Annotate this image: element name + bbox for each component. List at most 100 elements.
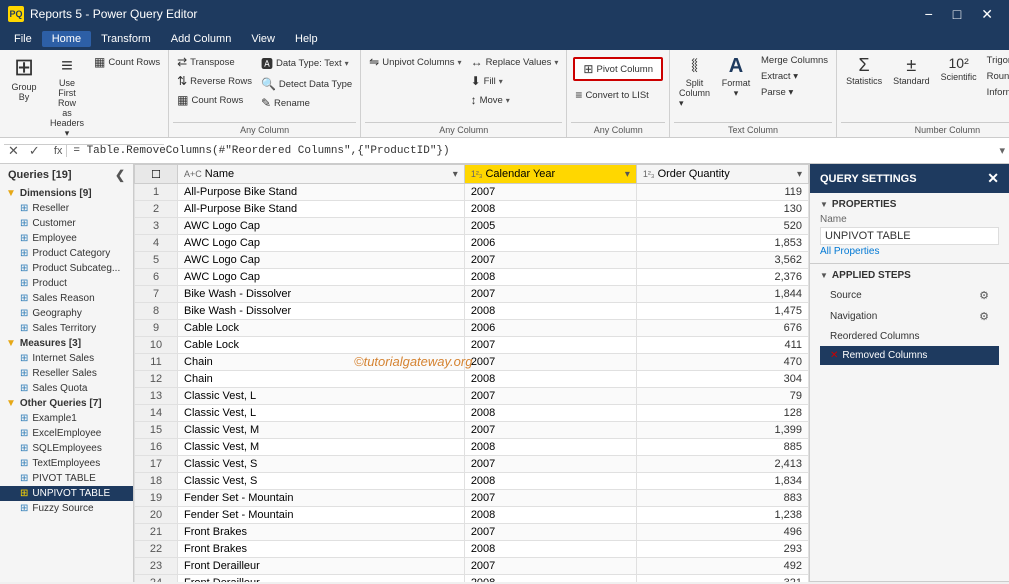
table-row[interactable]: 16Classic Vest, M2008885 [135, 439, 809, 456]
count-rows-2-button[interactable]: ▦ Count Rows [173, 91, 256, 109]
information-button[interactable]: Information ▾ [983, 85, 1009, 100]
qs-step-reordered[interactable]: Reordered Columns [820, 327, 999, 346]
group-dimensions[interactable]: ▼ Dimensions [9] [0, 186, 133, 201]
queries-collapse-button[interactable]: ❮ [115, 168, 125, 182]
table-row[interactable]: 2All-Purpose Bike Stand2008130 [135, 201, 809, 218]
query-item-sales-quota[interactable]: ⊞ Sales Quota [0, 381, 133, 396]
count-rows-button[interactable]: ▦ Count Rows [90, 53, 164, 71]
rename-button[interactable]: ✎ Rename [257, 94, 356, 112]
query-item-reseller[interactable]: ⊞ Reseller [0, 201, 133, 216]
table-row[interactable]: 11Chain2007470 [135, 354, 809, 371]
table-row[interactable]: 9Cable Lock2006676 [135, 320, 809, 337]
formula-cancel-button[interactable]: ✕ [4, 142, 23, 160]
col-select-all[interactable]: ☐ [151, 168, 161, 181]
move-button[interactable]: ↕ Move ▾ [467, 91, 563, 109]
table-row[interactable]: 1All-Purpose Bike Stand2007119 [135, 184, 809, 201]
rounding-button[interactable]: Rounding ▾ [983, 69, 1009, 84]
use-first-row-button[interactable]: ≡ Use First Row as Headers ▾ [45, 53, 89, 142]
split-column-button[interactable]: ⧛ Split Column ▾ [674, 53, 715, 112]
query-item-sql-employees[interactable]: ⊞ SQLEmployees [0, 441, 133, 456]
query-item-customer[interactable]: ⊞ Customer [0, 216, 133, 231]
query-item-internet-sales[interactable]: ⊞ Internet Sales [0, 351, 133, 366]
table-row[interactable]: 18Classic Vest, S20081,834 [135, 473, 809, 490]
query-item-product-subcateg[interactable]: ⊞ Product Subcateg... [0, 261, 133, 276]
menu-help[interactable]: Help [285, 31, 328, 47]
table-row[interactable]: 13Classic Vest, L200779 [135, 388, 809, 405]
group-by-button[interactable]: ⊞ Group By [4, 53, 44, 105]
fill-button[interactable]: ⬇ Fill ▾ [467, 72, 563, 90]
query-item-pivot-table[interactable]: ⊞ PIVOT TABLE [0, 471, 133, 486]
convert-to-list-button[interactable]: ≡ Convert to LISt [571, 86, 665, 104]
col-year-filter[interactable]: ▾ [625, 169, 630, 180]
standard-button[interactable]: ± Standard [888, 53, 935, 89]
close-button[interactable]: ✕ [973, 0, 1001, 28]
table-row[interactable]: 17Classic Vest, S20072,413 [135, 456, 809, 473]
qs-all-properties-link[interactable]: All Properties [820, 246, 879, 257]
query-item-fuzzy-source[interactable]: ⊞ Fuzzy Source [0, 501, 133, 516]
query-item-unpivot-table[interactable]: ⊞ UNPIVOT TABLE [0, 486, 133, 501]
table-row[interactable]: 20Fender Set - Mountain20081,238 [135, 507, 809, 524]
qs-step-source-gear[interactable]: ⚙ [979, 289, 989, 302]
menu-transform[interactable]: Transform [91, 31, 161, 47]
trigonometry-button[interactable]: Trigonometry ▾ [983, 53, 1009, 68]
table-row[interactable]: 7Bike Wash - Dissolver20071,844 [135, 286, 809, 303]
table-row[interactable]: 5AWC Logo Cap20073,562 [135, 252, 809, 269]
extract-button[interactable]: Extract ▾ [757, 69, 832, 84]
qs-step-navigation[interactable]: Navigation ⚙ [820, 306, 999, 327]
query-item-reseller-sales[interactable]: ⊞ Reseller Sales [0, 366, 133, 381]
transpose-button[interactable]: ⇄ Transpose [173, 53, 256, 71]
query-item-product-category[interactable]: ⊞ Product Category [0, 246, 133, 261]
table-row[interactable]: 4AWC Logo Cap20061,853 [135, 235, 809, 252]
col-header-name[interactable]: A+C Name ▾ [178, 165, 465, 184]
reverse-rows-button[interactable]: ⇅ Reverse Rows [173, 72, 256, 90]
merge-columns-button[interactable]: Merge Columns [757, 53, 832, 68]
menu-view[interactable]: View [241, 31, 285, 47]
group-measures[interactable]: ▼ Measures [3] [0, 336, 133, 351]
query-item-employee[interactable]: ⊞ Employee [0, 231, 133, 246]
table-row[interactable]: 12Chain2008304 [135, 371, 809, 388]
table-row[interactable]: 15Classic Vest, M20071,399 [135, 422, 809, 439]
query-item-sales-territory[interactable]: ⊞ Sales Territory [0, 321, 133, 336]
col-header-year[interactable]: 1²₃ Calendar Year ▾ [464, 165, 636, 184]
query-item-example1[interactable]: ⊞ Example1 [0, 411, 133, 426]
query-item-product[interactable]: ⊞ Product [0, 276, 133, 291]
pivot-column-button[interactable]: ⊞ Pivot Column [573, 57, 663, 81]
table-row[interactable]: 22Front Brakes2008293 [135, 541, 809, 558]
table-row[interactable]: 6AWC Logo Cap20082,376 [135, 269, 809, 286]
table-row[interactable]: 14Classic Vest, L2008128 [135, 405, 809, 422]
format-button[interactable]: A Format ▾ [716, 53, 756, 102]
maximize-button[interactable]: □ [945, 0, 969, 28]
qs-step-navigation-gear[interactable]: ⚙ [979, 310, 989, 323]
minimize-button[interactable]: − [917, 0, 941, 28]
query-settings-close[interactable]: ✕ [987, 170, 999, 187]
query-item-text-employees[interactable]: ⊞ TextEmployees [0, 456, 133, 471]
unpivot-columns-button[interactable]: ⇋ Unpivot Columns ▾ [365, 53, 465, 71]
qs-step-source[interactable]: Source ⚙ [820, 285, 999, 306]
col-name-filter[interactable]: ▾ [453, 169, 458, 180]
table-row[interactable]: 24Front Derailleur2008321 [135, 575, 809, 583]
data-type-button[interactable]: 🅰 Data Type: Text ▾ [257, 53, 356, 74]
table-row[interactable]: 21Front Brakes2007496 [135, 524, 809, 541]
table-row[interactable]: 19Fender Set - Mountain2007883 [135, 490, 809, 507]
menu-file[interactable]: File [4, 31, 42, 47]
qs-step-removed[interactable]: ✕ Removed Columns [820, 346, 999, 365]
replace-values-button[interactable]: ↔ Replace Values ▾ [467, 53, 563, 71]
scientific-button[interactable]: 10² Scientific [936, 53, 982, 85]
col-qty-filter[interactable]: ▾ [797, 169, 802, 180]
formula-bar-expand[interactable]: ▾ [999, 144, 1005, 157]
formula-bar-input[interactable] [73, 145, 993, 157]
group-other[interactable]: ▼ Other Queries [7] [0, 396, 133, 411]
table-row[interactable]: 8Bike Wash - Dissolver20081,475 [135, 303, 809, 320]
query-item-geography[interactable]: ⊞ Geography [0, 306, 133, 321]
statistics-button[interactable]: Σ Statistics [841, 53, 887, 89]
parse-button[interactable]: Parse ▾ [757, 85, 832, 100]
qs-name-input[interactable] [820, 227, 999, 245]
detect-data-type-button[interactable]: 🔍 Detect Data Type [257, 75, 356, 93]
col-header-qty[interactable]: 1²₃ Order Quantity ▾ [636, 165, 808, 184]
formula-confirm-button[interactable]: ✓ [25, 142, 44, 160]
menu-home[interactable]: Home [42, 31, 91, 47]
menu-add-column[interactable]: Add Column [161, 31, 242, 47]
data-grid[interactable]: ☐ A+C Name ▾ [134, 164, 809, 582]
query-item-sales-reason[interactable]: ⊞ Sales Reason [0, 291, 133, 306]
table-row[interactable]: 10Cable Lock2007411 [135, 337, 809, 354]
